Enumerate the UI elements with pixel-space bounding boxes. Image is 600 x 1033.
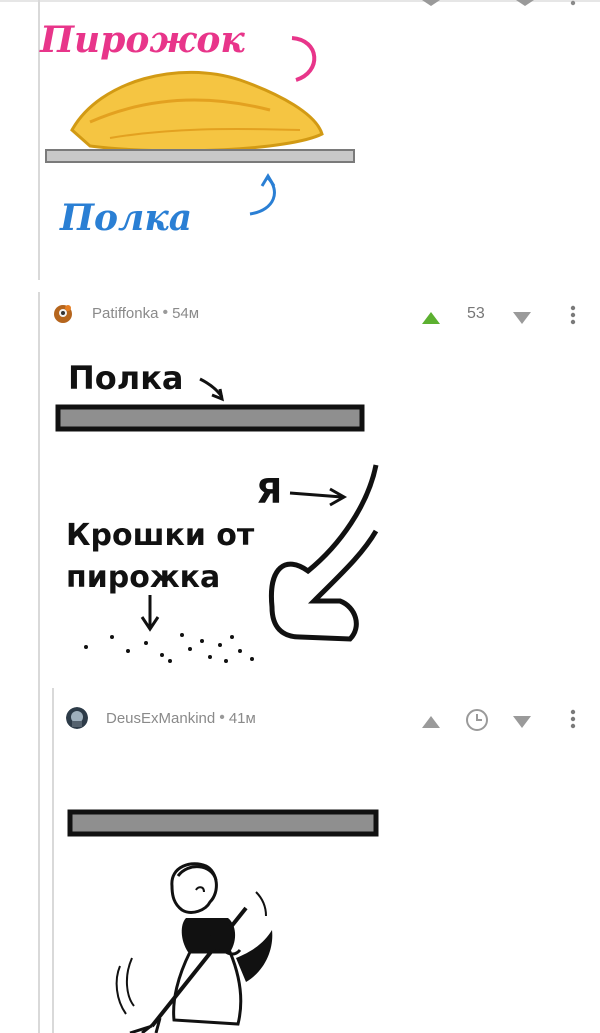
crumbs-dots (84, 633, 254, 663)
separator-dot: • (219, 709, 225, 726)
more-vert-icon[interactable] (566, 303, 580, 329)
upvote-icon[interactable] (418, 304, 444, 330)
thread-line-nested (52, 688, 54, 1033)
avatar[interactable] (66, 707, 88, 729)
avatar-image (52, 302, 74, 324)
avatar-image (66, 707, 88, 729)
comment-time: 54м (172, 304, 200, 322)
separator-dot: • (162, 304, 169, 321)
thread-line (38, 292, 40, 1033)
pirozhok-label: Пирожок (39, 19, 245, 61)
comment-time: 41м (228, 709, 256, 727)
avatar[interactable] (52, 302, 74, 324)
comment-header: DeusExMankind • 41м (66, 703, 256, 733)
more-vert-icon[interactable] (566, 707, 580, 733)
comment-score: 53 (467, 305, 485, 322)
downvote-icon[interactable] (509, 304, 535, 330)
clock-icon[interactable] (463, 706, 491, 734)
maid-drawing (67, 809, 379, 1033)
crumbs-label-line2: пирожка (66, 560, 220, 595)
pirozhok-drawing: Пирожок Полка (39, 19, 355, 239)
upvote-icon-partial[interactable] (418, 0, 444, 8)
upvote-icon[interactable] (418, 708, 444, 734)
more-vert-icon-partial[interactable] (566, 0, 580, 8)
author-name[interactable]: DeusExMankind (106, 710, 215, 727)
crumbs-drawing: Полка Крошки от пирожка Я (55, 359, 379, 663)
me-label: Я (256, 472, 282, 512)
polka-label: Полка (59, 197, 192, 239)
author-name[interactable]: Patiffonka (92, 305, 158, 322)
crumbs-label-line1: Крошки от (66, 518, 255, 553)
downvote-icon-partial[interactable] (512, 0, 538, 8)
top-divider (0, 0, 600, 2)
shelf-label: Полка (68, 359, 184, 397)
downvote-icon[interactable] (509, 708, 535, 734)
comment-header: Patiffonka • 54м (52, 298, 199, 328)
